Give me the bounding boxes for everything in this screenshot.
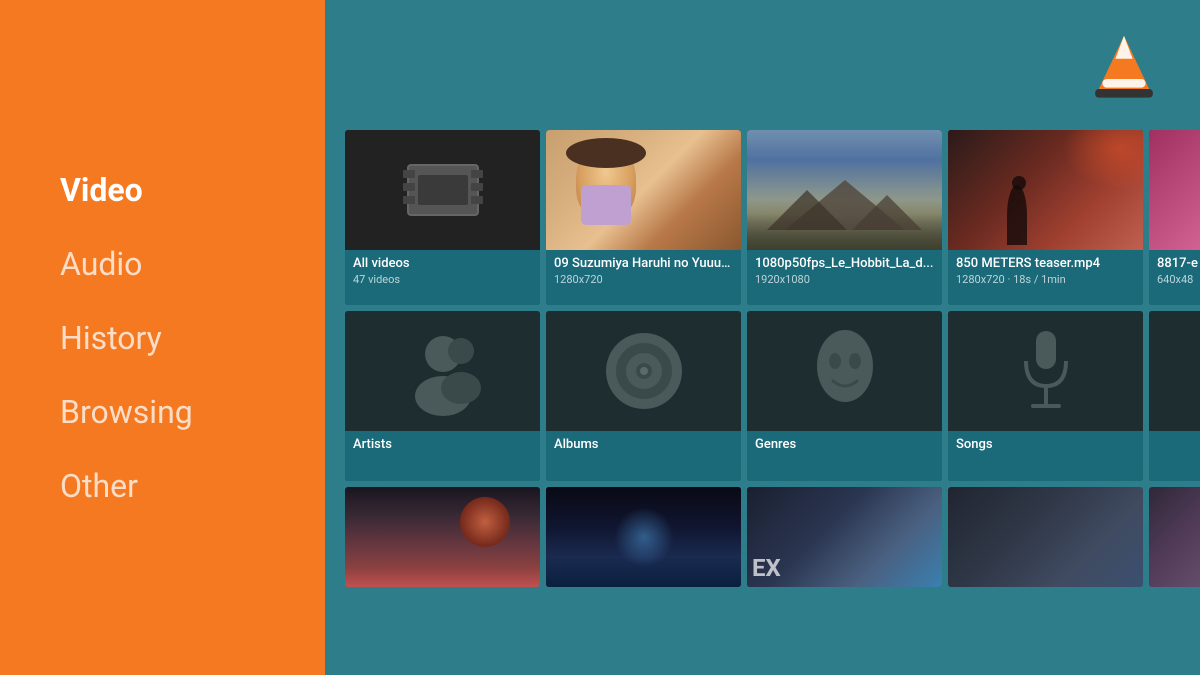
music-row: Artists Albums (345, 311, 1180, 481)
sidebar: Video Audio History Browsing Other (0, 0, 325, 675)
video-row: All videos 47 videos 09 Suzumiya Haruhi … (345, 130, 1180, 305)
850meters-tile[interactable]: 850 METERS teaser.mp4 1280x720 · 18s / 1… (948, 130, 1143, 305)
all-videos-info: All videos 47 videos (345, 250, 540, 305)
hobbit-thumb (747, 130, 942, 250)
suzumiya-thumb (546, 130, 741, 250)
hobbit-title: 1080p50fps_Le_Hobbit_La_d... (755, 256, 934, 271)
hobbit-info: 1080p50fps_Le_Hobbit_La_d... 1920x1080 (747, 250, 942, 305)
all-videos-tile[interactable]: All videos 47 videos (345, 130, 540, 305)
all-videos-title: All videos (353, 256, 532, 271)
main-content: All videos 47 videos 09 Suzumiya Haruhi … (325, 0, 1200, 675)
mic-icon (1011, 326, 1081, 416)
bottom-tile-1[interactable] (345, 487, 540, 587)
bottom-tile-3[interactable]: EX (747, 487, 942, 587)
bottom-tile-5-partial (1149, 487, 1200, 587)
sidebar-item-history[interactable]: History (60, 319, 325, 357)
albums-info: Albums (546, 431, 741, 481)
artists-label: Artists (353, 437, 532, 452)
suzumiya-info: 09 Suzumiya Haruhi no Yuuut... 1280x720 (546, 250, 741, 305)
850meters-sub: 1280x720 · 18s / 1min (956, 273, 1135, 286)
film-icon (345, 130, 540, 250)
sidebar-item-video[interactable]: Video (60, 171, 325, 209)
genres-tile[interactable]: Genres (747, 311, 942, 481)
suzumiya-title: 09 Suzumiya Haruhi no Yuuut... (554, 256, 733, 271)
bottom-tile-4[interactable] (948, 487, 1143, 587)
850meters-thumb (948, 130, 1143, 250)
artists-info: Artists (345, 431, 540, 481)
genres-icon-area (747, 311, 942, 431)
songs-label: Songs (956, 437, 1135, 452)
bottom-row: EX (345, 487, 1180, 587)
artists-tile[interactable]: Artists (345, 311, 540, 481)
all-videos-sub: 47 videos (353, 273, 532, 286)
bottom-tile-2[interactable] (546, 487, 741, 587)
850meters-title: 850 METERS teaser.mp4 (956, 256, 1135, 271)
genres-label: Genres (755, 437, 934, 452)
sidebar-item-audio[interactable]: Audio (60, 245, 325, 283)
all-videos-thumb (345, 130, 540, 250)
songs-icon-area (948, 311, 1143, 431)
partial-title: 8817-e (1157, 256, 1200, 271)
hobbit-tile[interactable]: 1080p50fps_Le_Hobbit_La_d... 1920x1080 (747, 130, 942, 305)
hobbit-sub: 1920x1080 (755, 273, 934, 286)
sidebar-item-browsing[interactable]: Browsing (60, 393, 325, 431)
suzumiya-tile[interactable]: 09 Suzumiya Haruhi no Yuuut... 1280x720 (546, 130, 741, 305)
albums-label: Albums (554, 437, 733, 452)
mask-icon (805, 326, 885, 416)
vlc-logo (1088, 30, 1160, 102)
person-icon (403, 326, 483, 416)
sidebar-item-other[interactable]: Other (60, 467, 325, 505)
artists-icon-area (345, 311, 540, 431)
music-partial-tile (1149, 311, 1200, 481)
850meters-info: 850 METERS teaser.mp4 1280x720 · 18s / 1… (948, 250, 1143, 305)
albums-icon-area (546, 311, 741, 431)
albums-tile[interactable]: Albums (546, 311, 741, 481)
disc-icon (599, 326, 689, 416)
partial-sub: 640x48 (1157, 273, 1200, 286)
genres-info: Genres (747, 431, 942, 481)
songs-info: Songs (948, 431, 1143, 481)
songs-tile[interactable]: Songs (948, 311, 1143, 481)
suzumiya-sub: 1280x720 (554, 273, 733, 286)
partial-tile: 8817-e 640x48 (1149, 130, 1200, 305)
